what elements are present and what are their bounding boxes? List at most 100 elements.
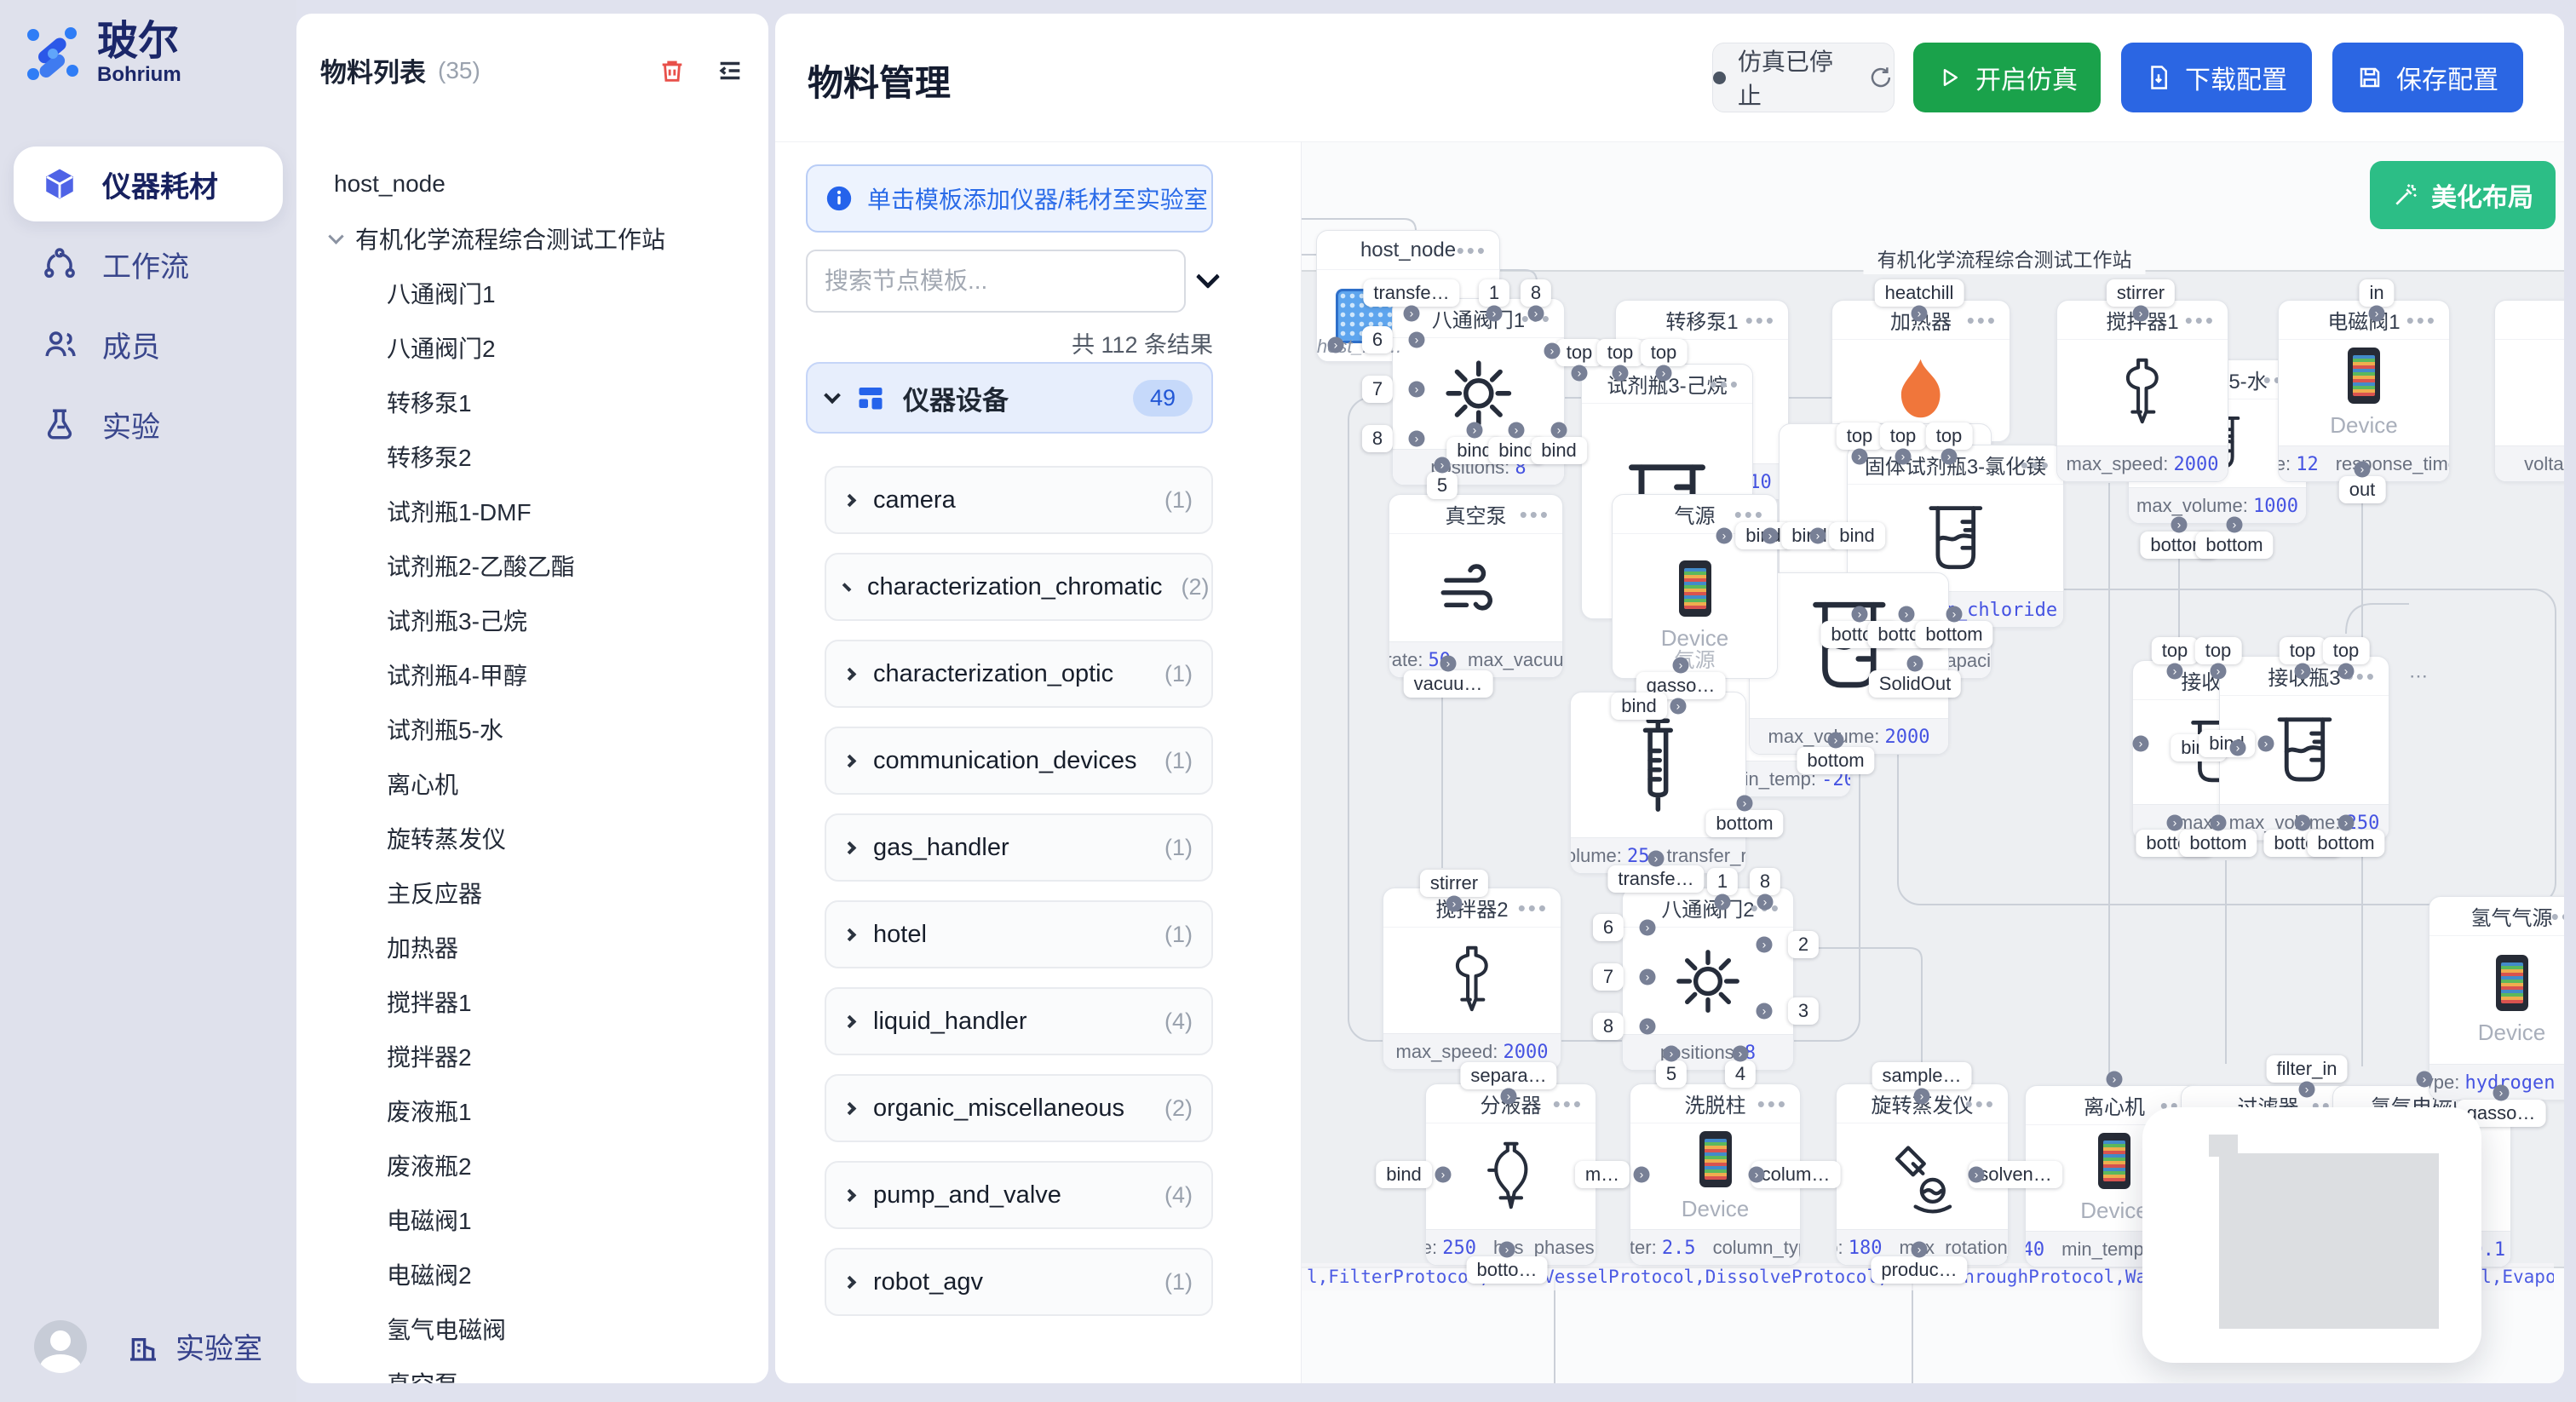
category-characterization_chromatic[interactable]: characterization_chromatic(2) <box>825 553 1213 621</box>
port-dot[interactable]: › <box>1715 894 1731 911</box>
port-dot[interactable]: › <box>1912 1242 1928 1258</box>
graph-canvas[interactable]: 有机化学流程综合测试工作站 l,FilterProtocol,CleanVess… <box>1302 141 2564 1383</box>
node-搅拌器2[interactable]: 搅拌器2•••max_speed: 2000 <box>1383 888 1561 1070</box>
tree-item-workstation[interactable]: 有机化学流程综合测试工作站 <box>296 211 768 266</box>
port-dot[interactable]: › <box>2227 517 2243 533</box>
port-dot[interactable]: › <box>2211 815 2227 831</box>
port-dot[interactable]: › <box>1435 457 1451 474</box>
category-liquid_handler[interactable]: liquid_handler(4) <box>825 987 1213 1055</box>
section-instruments[interactable]: 仪器设备 49 <box>806 362 1213 434</box>
port-dot[interactable]: › <box>1404 306 1420 322</box>
download-config-button[interactable]: 下载配置 <box>2121 43 2312 112</box>
port-dot[interactable]: › <box>1912 306 1928 322</box>
port-dot[interactable]: › <box>1733 1046 1749 1062</box>
port-dot[interactable]: › <box>2107 1072 2123 1088</box>
delete-icon[interactable] <box>658 56 687 85</box>
port-dot[interactable]: › <box>1409 431 1425 447</box>
node-menu-icon[interactable]: ••• <box>1745 301 1776 340</box>
preview-overlay[interactable] <box>2142 1107 2481 1363</box>
port-dot[interactable]: › <box>1899 606 1915 623</box>
port-dot[interactable]: › <box>2211 664 2227 680</box>
refresh-icon[interactable] <box>1868 65 1894 90</box>
port-dot[interactable]: › <box>2133 306 2149 322</box>
tree-item[interactable]: 加热器 <box>296 920 768 974</box>
port-dot[interactable]: › <box>2258 736 2274 752</box>
port-dot[interactable]: › <box>1716 528 1733 544</box>
port-dot[interactable]: › <box>1528 306 1544 322</box>
sidebar-item-工作流[interactable]: 工作流 <box>14 227 283 302</box>
category-robot_agv[interactable]: robot_agv(1) <box>825 1248 1213 1316</box>
node-menu-icon[interactable]: ••• <box>1520 495 1550 534</box>
port-dot[interactable]: › <box>1572 365 1588 382</box>
port-dot[interactable]: › <box>2167 815 2183 831</box>
port-dot[interactable]: › <box>1852 449 1868 465</box>
tree-item[interactable]: 搅拌器2 <box>296 1029 768 1083</box>
tree-item[interactable]: 试剂瓶5-水 <box>296 702 768 756</box>
port-dot[interactable]: › <box>1435 1167 1452 1183</box>
port-dot[interactable]: › <box>1941 449 1958 465</box>
port-dot[interactable]: › <box>1907 656 1923 672</box>
port-dot[interactable]: › <box>1737 796 1753 812</box>
port-dot[interactable]: › <box>1969 1167 1985 1183</box>
node-menu-icon[interactable]: ••• <box>2021 445 2051 485</box>
tree-item[interactable]: 试剂瓶3-己烷 <box>296 593 768 647</box>
tree-item[interactable]: 废液瓶1 <box>296 1083 768 1138</box>
tree-item[interactable]: 转移泵2 <box>296 429 768 484</box>
port-dot[interactable]: › <box>1499 1242 1515 1258</box>
tree-item[interactable]: 试剂瓶4-甲醇 <box>296 647 768 702</box>
port-dot[interactable]: › <box>1409 332 1425 348</box>
port-dot[interactable]: › <box>1551 422 1567 439</box>
port-dot[interactable]: › <box>1852 606 1868 623</box>
node-搅拌器1[interactable]: 搅拌器1•••max_speed: 2000 <box>2056 300 2228 482</box>
collapse-panel-icon[interactable] <box>716 56 745 85</box>
port-dot[interactable]: › <box>1664 1046 1680 1062</box>
tree-item[interactable]: 废液瓶2 <box>296 1138 768 1192</box>
port-dot[interactable]: › <box>1613 365 1629 382</box>
port-dot[interactable]: › <box>1757 1003 1773 1020</box>
tree-item[interactable]: 转移泵1 <box>296 375 768 429</box>
node-menu-icon[interactable]: ••• <box>1710 365 1740 404</box>
category-camera[interactable]: camera(1) <box>825 466 1213 534</box>
category-communication_devices[interactable]: communication_devices(1) <box>825 727 1213 795</box>
node-menu-icon[interactable]: ••• <box>1518 888 1549 928</box>
port-dot[interactable]: › <box>1749 1167 1765 1183</box>
port-dot[interactable]: › <box>1757 937 1773 953</box>
port-dot[interactable]: › <box>1409 382 1425 398</box>
tree-item[interactable]: 试剂瓶2-乙酸乙酯 <box>296 538 768 593</box>
node-电磁阀1[interactable]: 电磁阀1•••Devicevoltage: 12response_time: 0… <box>2278 300 2450 482</box>
port-dot[interactable]: › <box>1328 337 1344 353</box>
node-menu-icon[interactable]: ••• <box>2406 301 2437 340</box>
port-dot[interactable]: › <box>1440 656 1457 672</box>
node-menu-icon[interactable]: ••• <box>1757 1084 1788 1123</box>
category-organic_miscellaneous[interactable]: organic_miscellaneous(2) <box>825 1074 1213 1142</box>
tree-item[interactable]: 搅拌器1 <box>296 974 768 1029</box>
port-dot[interactable]: › <box>1828 733 1844 749</box>
simulation-status[interactable]: 仿真已停止 <box>1712 43 1895 112</box>
port-dot[interactable]: › <box>1914 1089 1930 1105</box>
node-电磁阀2[interactable]: •••voltage: 12 <box>2494 300 2564 482</box>
port-dot[interactable]: › <box>1501 1089 1517 1105</box>
save-config-button[interactable]: 保存配置 <box>2332 43 2523 112</box>
node-氢气气源[interactable]: 氢气气源•••Devicegas_type: hydrogenmax_pre <box>2429 896 2564 1100</box>
tree-item[interactable]: 主反应器 <box>296 865 768 920</box>
node-menu-icon[interactable]: ••• <box>1967 301 1998 340</box>
tree-item[interactable]: 电磁阀1 <box>296 1192 768 1247</box>
port-dot[interactable]: › <box>2230 740 2246 756</box>
sidebar-item-仪器耗材[interactable]: 仪器耗材 <box>14 147 283 221</box>
port-dot[interactable]: › <box>2369 306 2385 322</box>
port-dot[interactable]: › <box>2295 815 2311 831</box>
node-menu-icon[interactable]: ••• <box>1553 1084 1584 1123</box>
tree-item[interactable]: 真空泵 <box>296 1356 768 1383</box>
port-dot[interactable]: › <box>1446 896 1463 912</box>
port-dot[interactable]: › <box>1467 422 1483 439</box>
tree-item[interactable]: 八通阀门2 <box>296 320 768 375</box>
port-dot[interactable]: › <box>1670 698 1687 715</box>
node-menu-icon[interactable]: ••• <box>1965 1084 1996 1123</box>
port-dot[interactable]: › <box>1810 528 1826 544</box>
expand-all-icon[interactable] <box>1196 265 1220 289</box>
tree-item[interactable]: 离心机 <box>296 756 768 811</box>
port-dot[interactable]: › <box>2299 1082 2315 1098</box>
port-dot[interactable]: › <box>1946 606 1963 623</box>
port-dot[interactable]: › <box>1640 969 1656 985</box>
node-menu-icon[interactable]: ••• <box>2185 301 2216 340</box>
